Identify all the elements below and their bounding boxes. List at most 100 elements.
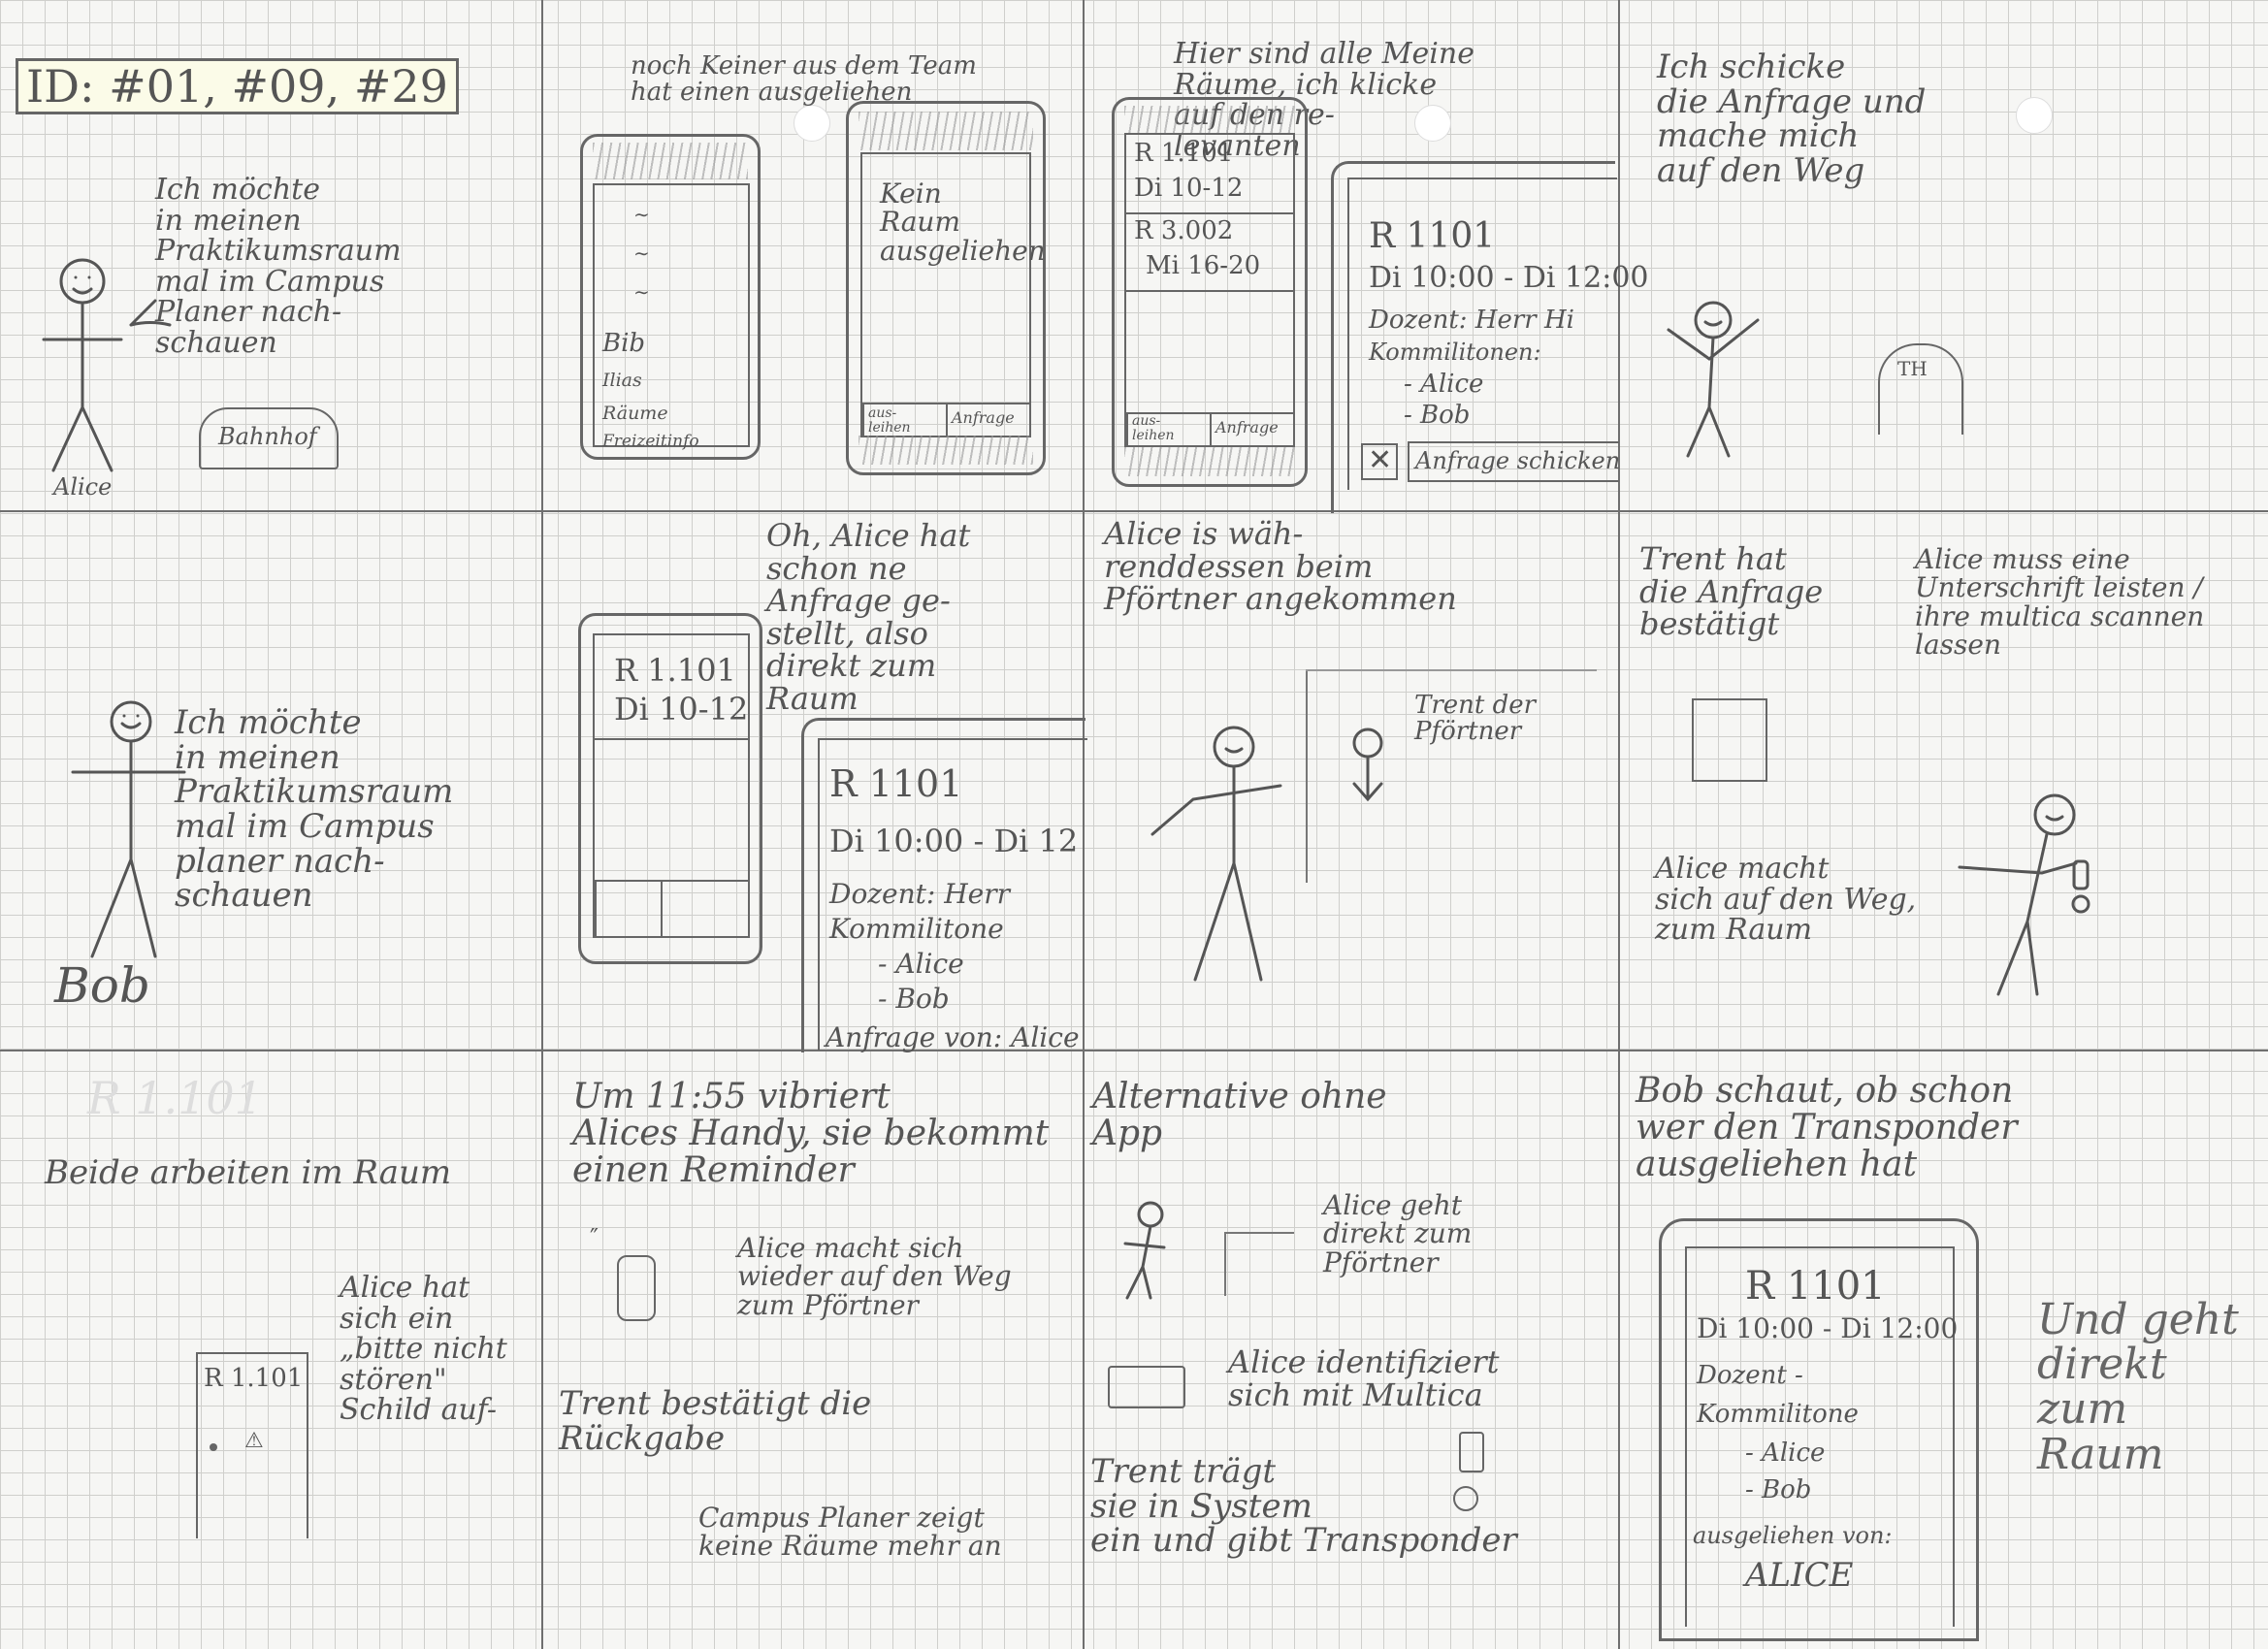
bob-detail-time: Di 10:00 - Di 12 [829,823,1079,859]
lend-button[interactable]: aus- leihen [1126,412,1212,447]
alice-figure-signing [1958,793,2090,996]
check-fellow-alice: - Alice [1745,1439,1826,1468]
detail-fellow-bob: - Bob [1404,401,1471,430]
vibrating-phone-icon [617,1255,656,1321]
panel4-caption: Ich schicke die Anfrage und mache mich a… [1657,48,1927,191]
lend-button[interactable] [595,880,663,938]
lodge-window-top [1306,669,1597,671]
panel9-caption: Beide arbeiten im Raum [45,1153,452,1192]
phone-room-detail: R 1101 Di 10:00 - Di 12:00 Dozent: Herr … [1331,161,1649,513]
detail-lecturer: Dozent: Herr Hi [1369,306,1574,335]
alice-figure-at-porter [1150,726,1282,982]
punch-hole [2016,97,2053,134]
room-door: R 1.101 ⚠ [196,1352,308,1538]
bob-list-room[interactable]: R 1.101 [614,654,736,688]
request-button[interactable] [661,880,750,938]
panel-divider [541,0,543,1649]
panel8-caption-right: Alice muss eine Unterschrift leisten / i… [1915,543,2205,662]
panel2-caption: noch Keiner aus dem Team hat einen ausge… [631,51,977,108]
phone-no-room: Kein Raum ausgeliehen aus- leihen Anfrag… [846,101,1046,475]
panel10-caption: Um 11:55 vibriert Alices Handy, sie beko… [572,1077,1050,1190]
alice-speech: Ich möchte in meinen Praktikumsraum mal … [155,173,402,360]
detail-time: Di 10:00 - Di 12:00 [1369,261,1649,295]
porter-window [1224,1232,1294,1296]
faded-room-label: R 1.101 [87,1072,263,1124]
check-lecturer: Dozent - [1697,1361,1803,1390]
trent-figure [1352,728,1383,802]
station-sign-label: Bahnhof [218,423,317,450]
panel11-note2: Alice identifiziert sich mit Multica [1228,1343,1500,1413]
list-time-2: Mi 16-20 [1146,251,1261,280]
send-request-button[interactable]: Anfrage schicken [1408,441,1620,482]
panel11-caption: Alternative ohne App [1092,1077,1387,1153]
phone-bob-check: R 1101 Di 10:00 - Di 12:00 Dozent - Komm… [1659,1218,1979,1641]
panel10-note2: Trent bestätigt die Rückgabe [559,1384,872,1458]
lodge-window-edge [1306,669,1308,883]
panel8-caption-bottom: Alice macht sich auf den Weg, zum Raum [1655,852,1917,947]
panel10-note1: Alice macht sich wieder auf den Weg zum … [737,1232,1012,1321]
panel8-caption-left: Trent hat die Anfrage bestätigt [1639,540,1824,643]
bob-detail-request-by: Anfrage von: Alice [826,1021,1080,1053]
list-room-1[interactable]: R 1.101 [1134,140,1233,167]
panel6-caption: Oh, Alice hat schon ne Anfrage ge- stell… [766,517,971,717]
trent-label: Trent der Pförtner [1414,691,1537,747]
bob-detail-fellows: Kommilitone [829,913,1004,945]
bob-detail-room: R 1101 [829,762,963,805]
id-label: ID: #01, #09, #29 [16,58,459,115]
request-button[interactable]: Anfrage [946,403,1031,437]
no-room-text: Kein Raum ausgeliehen [880,178,1046,267]
multica-card-icon [1108,1366,1185,1408]
detail-fellow-alice: - Alice [1404,370,1484,399]
detail-room: R 1101 [1369,216,1496,256]
list-time-1: Di 10-12 [1134,174,1244,203]
detail-fellows: Kommilitonen: [1369,339,1541,366]
menu-item-ilias[interactable]: Ilias [602,371,642,391]
menu-item-bib[interactable]: Bib [602,330,645,357]
list-room-2[interactable]: R 3.002 [1134,217,1233,244]
check-fellows: Kommilitone [1697,1400,1859,1429]
menu-item-freizeit[interactable]: Freizeitinfo [602,433,699,451]
bob-detail-fellow-bob: - Bob [878,983,950,1015]
warning-sign-icon: ⚠ [244,1429,264,1453]
alice-figure-cheering [1667,301,1760,458]
panel10-note3: Campus Planer zeigt keine Räume mehr an [698,1502,1002,1563]
lend-button[interactable]: aus- leihen [862,403,948,437]
row-divider [0,1050,2268,1051]
panel12-caption: Bob schaut, ob schon wer den Transponder… [1636,1071,2018,1184]
alice-figure [42,258,172,472]
phone-menu: ∼ ∼ ∼ Bib Ilias Räume Freizeitinfo [580,134,761,460]
station-sign: Bahnhof [199,407,339,469]
panel11-note3: Trent trägt sie in System ein und gibt T… [1090,1452,1517,1561]
panel-divider [1618,0,1620,1649]
do-not-disturb-note: Alice hat sich ein „bitte nicht stören" … [340,1271,507,1427]
storyboard-sheet: ID: #01, #09, #29 Ich möchte in meinen P… [0,0,2268,1649]
punch-hole [794,105,830,142]
porter-lodge: TH [1878,343,1963,435]
panel7-caption: Alice is wäh- renddessen beim Pförtner a… [1104,515,1457,618]
menu-item-raeume[interactable]: Räume [602,404,668,424]
phone-bob-list: R 1.101 Di 10-12 [578,613,762,964]
panel11-note1: Alice geht direkt zum Pförtner [1323,1189,1473,1278]
check-fellow-bob: - Bob [1745,1475,1812,1504]
porter-lodge-label: TH [1897,357,1928,380]
row-divider [0,510,2268,512]
phone-room-list: R 1.101 Di 10-12 R 3.002 Mi 16-20 aus- l… [1112,97,1308,487]
confirmation-document [1692,698,1767,782]
check-time: Di 10:00 - Di 12:00 [1697,1312,1959,1344]
check-room: R 1101 [1745,1264,1886,1309]
phone-bob-detail: R 1101 Di 10:00 - Di 12 Dozent: Herr Kom… [801,718,1087,1053]
alice-figure-small [1123,1201,1166,1300]
close-icon[interactable]: ✕ [1361,443,1398,480]
bob-speech: Ich möchte in meinen Praktikumsraum mal … [175,703,454,916]
bob-list-time: Di 10-12 [614,691,749,728]
check-lent-by-label: ausgeliehen von: [1693,1522,1893,1549]
bob-detail-lecturer: Dozent: Herr [829,878,1011,910]
bob-name: Bob [54,957,150,1014]
door-knob [210,1443,217,1451]
alice-name: Alice [53,473,113,501]
bob-detail-fellow-alice: - Alice [878,948,964,980]
request-button[interactable]: Anfrage [1210,412,1295,447]
panel12-note: Und geht direkt zum Raum [2037,1295,2239,1479]
door-room-label: R 1.101 [204,1364,304,1393]
check-lent-by-name: ALICE [1745,1556,1854,1595]
